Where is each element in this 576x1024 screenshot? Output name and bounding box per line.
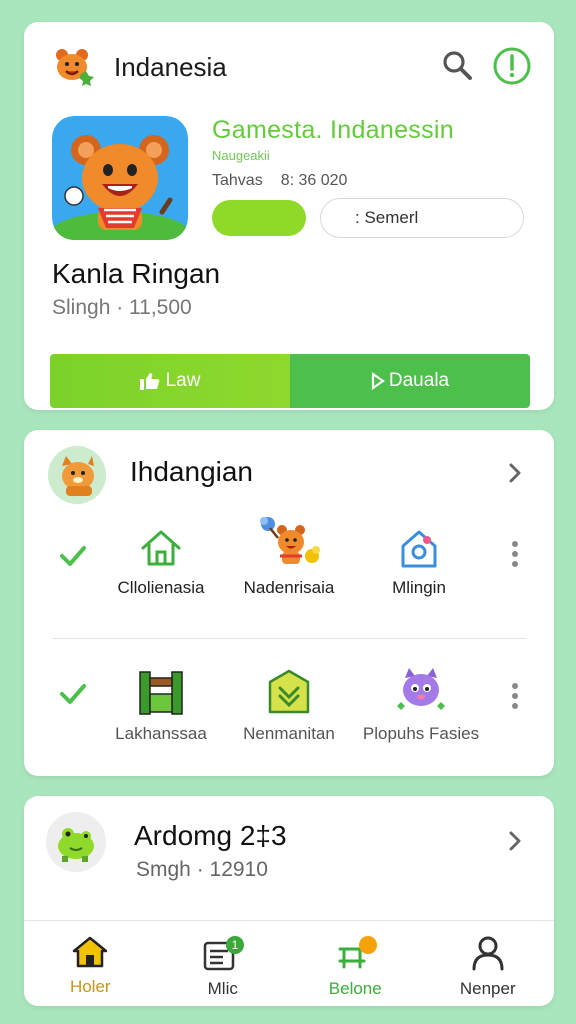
game-subtitle: Slingh · 11,500: [52, 296, 192, 319]
thumbs-up-icon: [139, 373, 159, 390]
app-card: Indanesia Gamesta. Indanessin Naugeakii …: [24, 22, 554, 410]
category-title: Ihdangian: [130, 456, 254, 487]
law-button[interactable]: Law: [50, 354, 290, 408]
store-icon: [338, 936, 378, 969]
category-item[interactable]: Nadenrisaia: [214, 516, 364, 598]
house-badge-icon: [401, 530, 437, 568]
mascot-logo-icon: [56, 49, 94, 86]
play-outline-icon: [371, 372, 385, 390]
featured-card: Ardomg 2‡3 Smgh · 12910 Holer 1 Mlic Bel…: [24, 796, 554, 1006]
meta-value: 8: 36 020: [280, 172, 348, 189]
semerl-button[interactable]: : Semerl: [320, 198, 524, 238]
profile-icon: [472, 936, 504, 971]
category-item[interactable]: Plopuhs Fasies: [346, 666, 496, 744]
game-title: Kanla Ringan: [52, 258, 221, 289]
nav-item-home[interactable]: Holer: [24, 921, 157, 1006]
more-vert-icon[interactable]: [510, 540, 520, 568]
category-card: Ihdangian Cllolienasia Nadenrisaia Mling…: [24, 430, 554, 776]
search-icon[interactable]: [440, 48, 474, 82]
nav-item-profile[interactable]: Nenper: [422, 921, 555, 1006]
nav-label: Belone: [328, 979, 382, 998]
app-meta: Tahvas 8: 36 020: [212, 172, 347, 190]
category-item-label: Nadenrisaia: [243, 578, 335, 597]
mascot-cheer-icon: [260, 517, 320, 564]
news-icon: 1: [203, 936, 244, 971]
chevron-right-icon[interactable]: [504, 830, 526, 852]
monster-icon: [397, 668, 445, 710]
check-icon[interactable]: [58, 544, 88, 568]
featured-avatar: [46, 812, 106, 872]
category-row-2: Lakhanssaa Nenmanitan Plopuhs Fasies: [24, 662, 554, 762]
news-badge: 1: [231, 938, 238, 952]
category-row-1: Cllolienasia Nadenrisaia Mlingin: [24, 517, 554, 622]
row-divider: [52, 638, 526, 639]
nav-label: Holer: [69, 977, 111, 996]
category-item-label: Mlingin: [392, 578, 446, 597]
chevron-right-icon[interactable]: [504, 462, 526, 484]
bottom-nav: Holer 1 Mlic Belone Nenper: [24, 920, 554, 1006]
dauala-button-label: Dauala: [388, 370, 450, 391]
app-name: Gamesta. Indanessin: [212, 116, 454, 144]
page-title: Indanesia: [114, 52, 227, 82]
check-icon[interactable]: [58, 682, 88, 706]
category-avatar: [48, 446, 106, 504]
nav-label: Nenper: [459, 979, 516, 998]
app-icon[interactable]: [52, 116, 188, 240]
featured-title: Ardomg 2‡3: [134, 820, 287, 851]
featured-subtitle: Smgh · 12910: [136, 858, 268, 881]
nav-item-news[interactable]: 1 Mlic: [157, 921, 290, 1006]
fence-icon: [139, 671, 183, 715]
law-button-label: Law: [165, 370, 201, 391]
nav-item-store[interactable]: Belone: [289, 921, 422, 1006]
chevron-badge-icon: [268, 669, 310, 714]
nav-label: Mlic: [207, 979, 238, 998]
dauala-button[interactable]: Dauala: [290, 354, 530, 408]
info-icon[interactable]: [492, 46, 532, 86]
meta-label: Tahvas: [212, 172, 263, 189]
action-buttons: Law Dauala: [50, 354, 530, 408]
more-vert-icon[interactable]: [510, 682, 520, 710]
home-icon: [73, 936, 108, 968]
category-item[interactable]: Nenmanitan: [214, 668, 364, 744]
top-bar: Indanesia: [24, 22, 554, 110]
category-item-label: Plopuhs Fasies: [362, 724, 480, 743]
category-item[interactable]: Mlingin: [344, 526, 494, 598]
app-developer[interactable]: Naugeakii: [212, 148, 270, 163]
install-pill-button[interactable]: [212, 200, 306, 236]
home-icon: [141, 530, 181, 566]
category-item-label: Nenmanitan: [243, 724, 335, 743]
